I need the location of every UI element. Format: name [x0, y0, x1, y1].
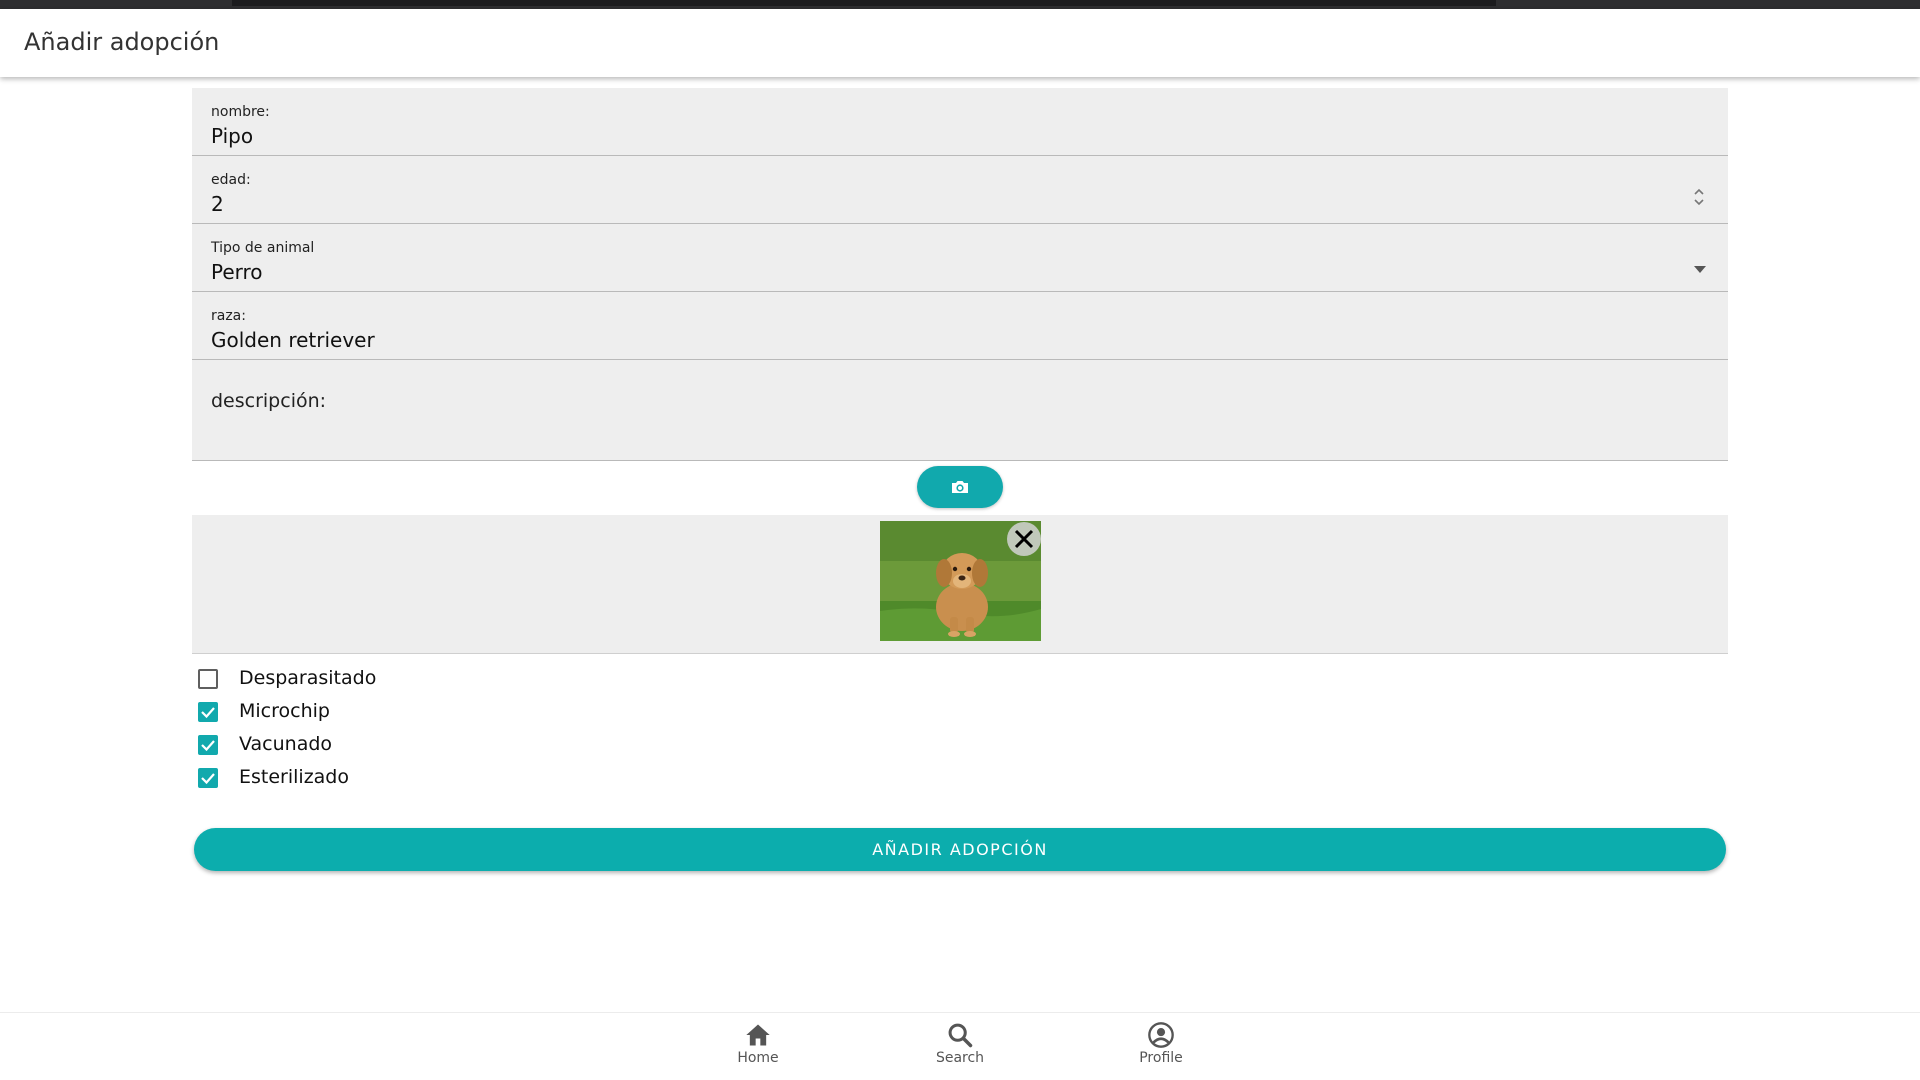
descripcion-field[interactable]: descripción:	[192, 360, 1728, 461]
search-icon	[948, 1023, 973, 1048]
camera-row	[192, 461, 1728, 515]
raza-field[interactable]: raza: Golden retriever	[192, 292, 1728, 360]
nav-search[interactable]: Search	[905, 1021, 1015, 1066]
tipo-animal-label: Tipo de animal	[211, 240, 315, 256]
page-title: Añadir adopción	[24, 28, 220, 56]
home-icon	[746, 1024, 770, 1046]
nav-profile-label: Profile	[1139, 1050, 1183, 1066]
descripcion-label: descripción:	[211, 390, 327, 412]
nav-home-label: Home	[737, 1050, 779, 1066]
edad-input[interactable]: 2	[211, 192, 224, 216]
app-header: Añadir adopción	[0, 9, 1920, 77]
check-icon	[201, 707, 215, 719]
checkbox-label: Esterilizado	[239, 766, 349, 788]
top-strip	[0, 0, 1920, 9]
camera-icon	[952, 481, 968, 493]
checkbox-desparasitado[interactable]: Desparasitado	[192, 662, 1728, 695]
checkbox-checked[interactable]	[198, 768, 218, 788]
profile-icon	[1148, 1022, 1174, 1048]
nav-home[interactable]: Home	[703, 1021, 813, 1066]
camera-button[interactable]	[917, 466, 1003, 508]
add-adoption-button[interactable]: AÑADIR ADOPCIÓN	[194, 828, 1726, 871]
checkbox-list: Desparasitado Microchip Vacunado Esteril…	[192, 654, 1728, 794]
checkbox-label: Desparasitado	[239, 667, 377, 689]
edad-field[interactable]: edad: 2	[192, 156, 1728, 224]
nav-profile[interactable]: Profile	[1106, 1021, 1216, 1066]
checkbox-checked[interactable]	[198, 702, 218, 722]
remove-image-button[interactable]	[1007, 522, 1041, 556]
nombre-label: nombre:	[211, 104, 270, 120]
nombre-field[interactable]: nombre: Pipo	[192, 88, 1728, 156]
number-stepper-icon[interactable]	[1692, 186, 1706, 208]
checkbox-vacunado[interactable]: Vacunado	[192, 728, 1728, 761]
edad-label: edad:	[211, 172, 251, 188]
top-strip-inner	[232, 0, 1496, 6]
raza-input[interactable]: Golden retriever	[211, 328, 375, 352]
checkbox-checked[interactable]	[198, 735, 218, 755]
checkbox-microchip[interactable]: Microchip	[192, 695, 1728, 728]
bottom-nav: Home Search Profile	[0, 1012, 1920, 1080]
image-preview-area	[192, 515, 1728, 654]
dropdown-arrow-icon[interactable]	[1694, 266, 1706, 273]
checkbox-unchecked[interactable]	[198, 669, 218, 689]
checkbox-label: Microchip	[239, 700, 330, 722]
checkbox-label: Vacunado	[239, 733, 333, 755]
adoption-form: nombre: Pipo edad: 2 Tipo de animal Perr…	[192, 88, 1728, 794]
check-icon	[201, 740, 215, 752]
close-icon	[1014, 529, 1034, 549]
nav-search-label: Search	[935, 1050, 985, 1066]
check-icon	[201, 773, 215, 785]
raza-label: raza:	[211, 308, 246, 324]
tipo-animal-field[interactable]: Tipo de animal Perro	[192, 224, 1728, 292]
nombre-input[interactable]: Pipo	[211, 124, 253, 148]
tipo-animal-select[interactable]: Perro	[211, 260, 263, 284]
checkbox-esterilizado[interactable]: Esterilizado	[192, 761, 1728, 794]
